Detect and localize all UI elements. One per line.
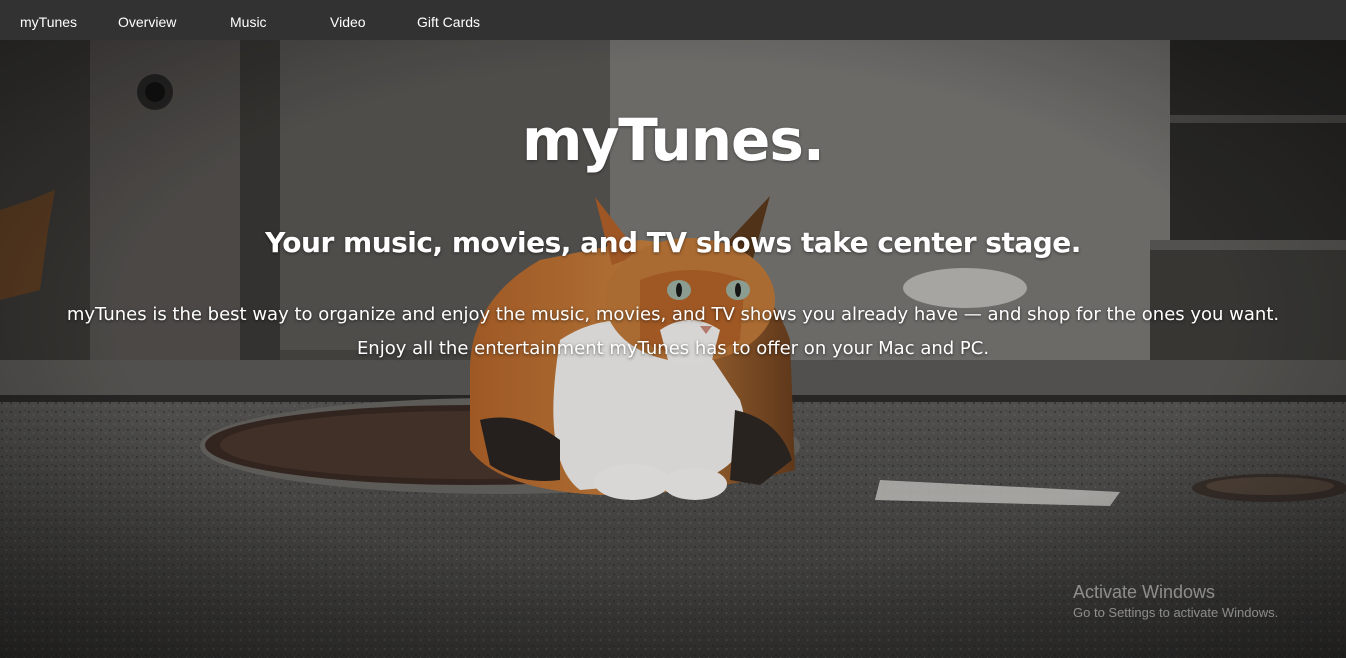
nav-item-gift-cards[interactable]: Gift Cards — [417, 0, 480, 40]
windows-activation-watermark: Activate Windows Go to Settings to activ… — [1073, 581, 1278, 623]
top-navbar: myTunes Overview Music Video Gift Cards — [0, 0, 1346, 40]
watermark-title: Activate Windows — [1073, 582, 1216, 602]
nav-item-music[interactable]: Music — [230, 0, 267, 40]
nav-brand-link[interactable]: myTunes — [20, 0, 77, 40]
watermark-subtitle: Go to Settings to activate Windows. — [1073, 605, 1279, 620]
hero-description: myTunes is the best way to organize and … — [66, 304, 1280, 359]
hero-section: myTunes. Your music, movies, and TV show… — [0, 40, 1346, 658]
hero-title: myTunes. — [522, 106, 825, 174]
hero-subtitle: Your music, movies, and TV shows take ce… — [265, 226, 1081, 259]
nav-item-overview[interactable]: Overview — [118, 0, 176, 40]
nav-item-video[interactable]: Video — [330, 0, 366, 40]
